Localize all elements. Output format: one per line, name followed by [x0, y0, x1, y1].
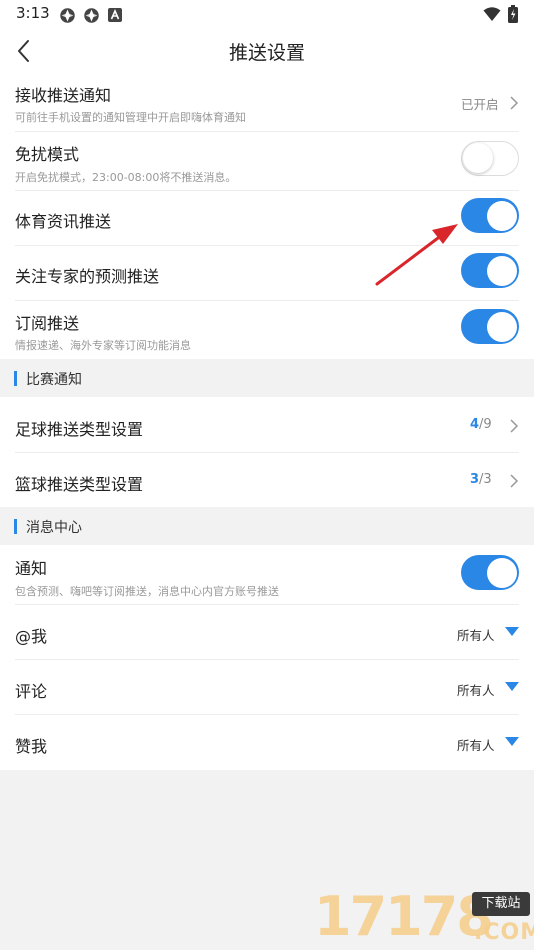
sports-news-toggle[interactable]: [461, 198, 519, 233]
subscription-title: 订阅推送: [15, 314, 80, 333]
football-push-row[interactable]: 足球推送类型设置 4/9: [0, 397, 534, 453]
app-notification-icon: [84, 8, 99, 23]
count-total: /3: [479, 472, 492, 487]
watermark-domain: .COM: [474, 920, 534, 945]
toggle-knob: [463, 143, 493, 173]
comment-scope-value[interactable]: 所有人: [457, 680, 495, 699]
notify-row: 通知 包含预测、嗨吧等订阅推送，消息中心内官方账号推送: [0, 545, 534, 605]
basketball-push-title: 篮球推送类型设置: [15, 475, 144, 494]
match-section-title: 比赛通知: [26, 372, 82, 388]
dropdown-triangle-icon[interactable]: [505, 737, 519, 746]
comment-title: 评论: [15, 682, 48, 701]
toggle-knob: [486, 311, 517, 342]
section-accent-bar: [14, 519, 17, 534]
dropdown-triangle-icon[interactable]: [505, 627, 519, 636]
like-scope-value[interactable]: 所有人: [457, 735, 495, 754]
comment-row: 评论 所有人: [0, 660, 534, 715]
top-bar: 推送设置: [0, 30, 534, 72]
chevron-right-icon: [510, 419, 519, 433]
match-section-header: 比赛通知: [0, 359, 534, 397]
page-title: 推送设置: [228, 42, 305, 64]
mention-scope-value[interactable]: 所有人: [457, 625, 495, 644]
count-selected: 4: [470, 417, 480, 432]
watermark-logo: 17178 下载站 .COM: [306, 884, 534, 950]
sports-news-title: 体育资讯推送: [15, 212, 112, 231]
receive-push-title: 接收推送通知: [15, 86, 112, 105]
toggle-knob: [486, 557, 517, 588]
message-section-header: 消息中心: [0, 507, 534, 545]
subscription-toggle[interactable]: [461, 309, 519, 344]
expert-forecast-title: 关注专家的预测推送: [15, 267, 160, 286]
dnd-title: 免扰模式: [15, 145, 80, 164]
basketball-push-row[interactable]: 篮球推送类型设置 3/3: [0, 453, 534, 507]
receive-push-row[interactable]: 接收推送通知 可前往手机设置的通知管理中开启即嗨体育通知 已开启: [0, 72, 534, 132]
toggle-knob: [486, 200, 517, 231]
notify-toggle[interactable]: [461, 555, 519, 590]
basketball-push-count: 3/3: [470, 472, 492, 487]
like-row: 赞我 所有人: [0, 715, 534, 770]
watermark-tag: 下载站: [472, 892, 530, 916]
notify-title: 通知: [15, 559, 48, 578]
message-section-title: 消息中心: [26, 520, 82, 536]
dropdown-triangle-icon[interactable]: [505, 682, 519, 691]
battery-icon: [508, 5, 518, 23]
dnd-row: 免扰模式 开启免扰模式，23:00-08:00将不推送消息。: [0, 132, 534, 191]
status-bar: 3:13: [0, 0, 534, 30]
count-selected: 3: [470, 472, 480, 487]
like-title: 赞我: [15, 737, 48, 756]
expert-forecast-toggle[interactable]: [461, 253, 519, 288]
football-push-count: 4/9: [470, 417, 492, 432]
status-time: 3:13: [16, 4, 50, 22]
count-total: /9: [479, 417, 492, 432]
notify-subtitle: 包含预测、嗨吧等订阅推送，消息中心内官方账号推送: [15, 585, 279, 598]
app-a-icon: [108, 8, 122, 22]
football-push-title: 足球推送类型设置: [15, 420, 144, 439]
receive-push-subtitle: 可前往手机设置的通知管理中开启即嗨体育通知: [15, 111, 246, 124]
subscription-row: 订阅推送 情报速递、海外专家等订阅功能消息: [0, 301, 534, 359]
mention-row: @我 所有人: [0, 605, 534, 660]
section-accent-bar: [14, 371, 17, 386]
app-notification-icon: [60, 8, 75, 23]
subscription-subtitle: 情报速递、海外专家等订阅功能消息: [15, 339, 191, 352]
receive-push-status: 已开启: [461, 97, 499, 112]
annotation-arrow: [375, 224, 458, 286]
chevron-right-icon: [510, 96, 519, 110]
toggle-knob: [486, 255, 517, 286]
chevron-right-icon: [510, 474, 519, 488]
dnd-toggle[interactable]: [461, 141, 519, 176]
watermark-digits: 17178: [314, 885, 494, 948]
wifi-icon: [483, 7, 501, 21]
dnd-subtitle: 开启免扰模式，23:00-08:00将不推送消息。: [15, 171, 237, 184]
mention-title: @我: [15, 627, 48, 646]
